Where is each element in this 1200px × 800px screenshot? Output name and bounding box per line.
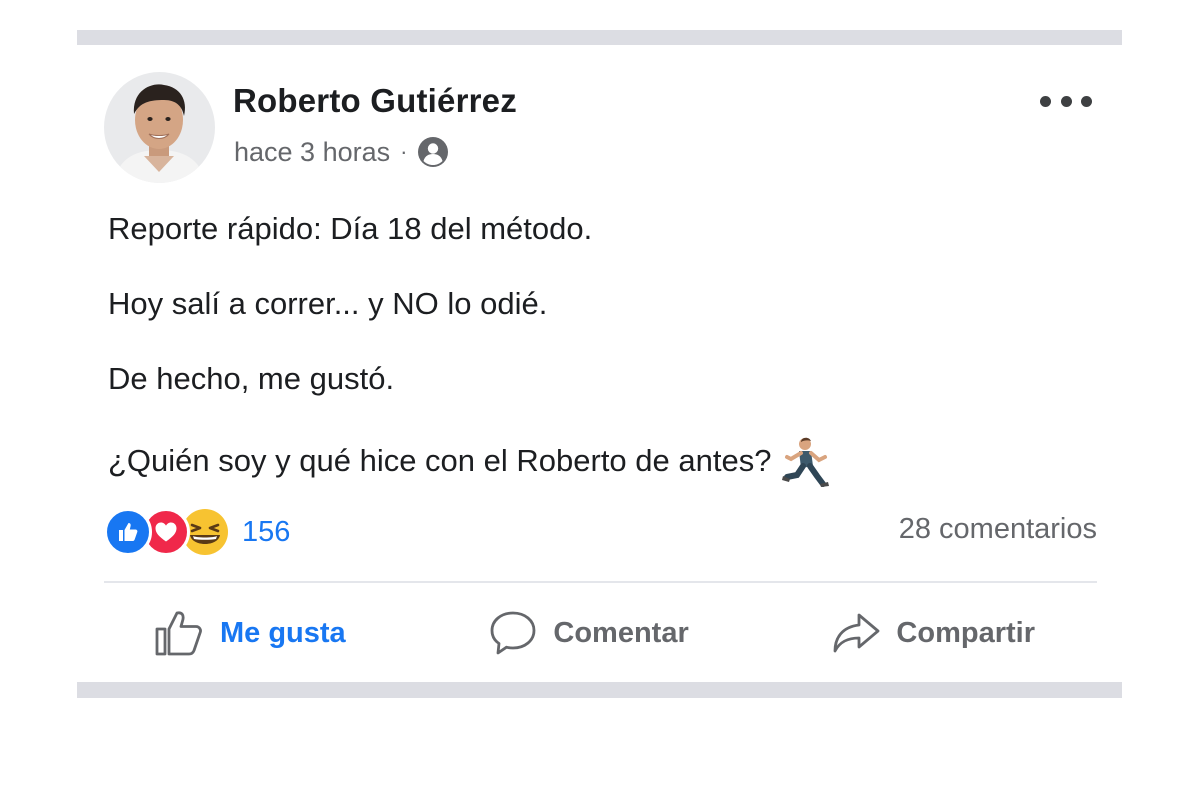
comment-icon <box>490 611 536 655</box>
reactions-summary[interactable]: 156 <box>104 507 290 557</box>
post-line-with-emoji: ¿Quién soy y qué hice con el Roberto de … <box>108 435 1108 489</box>
reaction-count[interactable]: 156 <box>242 516 290 549</box>
more-dot <box>1081 95 1092 107</box>
post-timestamp[interactable]: hace 3 horas <box>234 137 390 168</box>
post-line: De hecho, me gustó. <box>108 361 395 396</box>
friends-icon[interactable] <box>417 136 449 168</box>
post-line: Reporte rápido: Día 18 del método. <box>108 211 593 246</box>
runner-icon <box>779 435 833 489</box>
post-line: Hoy salí a correr... y NO lo odié. <box>108 286 548 321</box>
action-divider <box>104 581 1097 583</box>
post-meta: hace 3 horas · <box>234 136 449 168</box>
avatar[interactable] <box>104 72 215 183</box>
like-icon <box>104 508 152 556</box>
comment-button[interactable]: Comentar <box>489 609 689 657</box>
like-button[interactable]: Me gusta <box>154 609 346 657</box>
share-icon <box>834 613 880 653</box>
post-line: ¿Quién soy y qué hice con el Roberto de … <box>108 443 772 478</box>
share-button[interactable]: Compartir <box>832 612 1035 654</box>
more-options-icon[interactable] <box>1040 90 1092 112</box>
comment-label: Comentar <box>553 616 689 649</box>
author-name[interactable]: Roberto Gutiérrez <box>233 82 517 120</box>
like-label: Me gusta <box>220 616 346 649</box>
post-body: Reporte rápido: Día 18 del método. Hoy s… <box>108 210 1108 526</box>
feed-separator-bottom <box>77 682 1122 698</box>
share-label: Compartir <box>896 616 1035 649</box>
post-actions: Me gusta Comentar Compartir <box>104 598 1097 668</box>
more-dot <box>1040 95 1051 107</box>
thumbs-up-icon <box>155 611 202 656</box>
comments-count[interactable]: 28 comentarios <box>899 513 1097 546</box>
feed-separator-top <box>77 30 1122 45</box>
more-dot <box>1060 95 1072 107</box>
meta-separator: · <box>400 139 408 164</box>
